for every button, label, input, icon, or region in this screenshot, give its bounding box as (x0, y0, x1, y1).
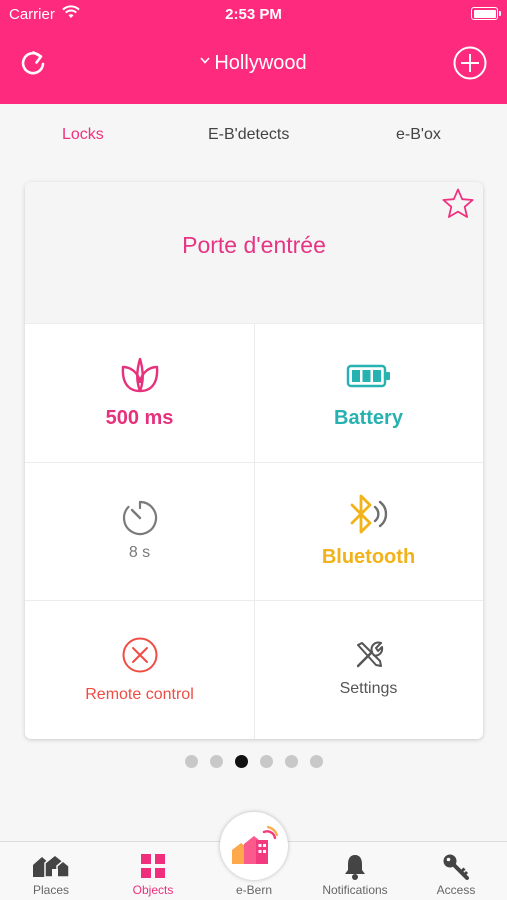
e-bern-logo-icon (232, 825, 278, 864)
nav-places[interactable]: Places (18, 842, 84, 900)
battery-icon (346, 364, 390, 388)
e-bern-button[interactable] (220, 812, 288, 880)
bell-icon (345, 855, 365, 880)
page-dot[interactable] (284, 755, 298, 768)
battery-label: Battery (334, 407, 403, 429)
card-header: Porte d'entrée (25, 182, 483, 323)
timer-value: 8 s (128, 544, 151, 561)
bluetooth-label: Bluetooth (321, 546, 416, 568)
timer-icon (122, 500, 157, 536)
chevron-down-icon (200, 57, 210, 64)
nav-objects-label: Objects (132, 883, 174, 897)
plus-circle-icon[interactable] (453, 46, 487, 80)
nav-objects[interactable]: Objects (120, 842, 186, 900)
remote-control-cell[interactable]: Remote control (25, 600, 254, 739)
nav-access[interactable]: Access (424, 842, 488, 900)
tab-e-box[interactable]: e-B'ox (396, 126, 441, 144)
close-circle-icon (122, 637, 157, 673)
nav-notifications[interactable]: Notifications (312, 842, 398, 900)
category-tabs: Locks E-B'detects e-B'ox (0, 104, 507, 165)
header-bar: Carrier 2:53 PM Hollywood (0, 0, 507, 104)
page-dot[interactable] (184, 755, 198, 768)
lock-title: Porte d'entrée (182, 232, 326, 258)
houses-icon (33, 854, 70, 878)
page-dot[interactable] (309, 755, 323, 768)
status-battery-icon (471, 7, 501, 20)
nav-places-label: Places (32, 883, 70, 897)
bluetooth-cell[interactable]: Bluetooth (254, 462, 483, 601)
tab-locks[interactable]: Locks (62, 126, 104, 144)
place-selector[interactable]: Hollywood (0, 52, 507, 75)
page-indicator (0, 755, 507, 769)
grid-icon (141, 854, 165, 878)
settings-label: Settings (339, 680, 398, 697)
status-bar: Carrier 2:53 PM (0, 0, 507, 30)
tab-e-bdetects[interactable]: E-B'detects (208, 126, 289, 144)
bluetooth-icon (350, 494, 387, 534)
settings-cell[interactable]: Settings (254, 600, 483, 739)
eco-cell[interactable]: 500 ms (25, 323, 254, 462)
page-dot[interactable] (209, 755, 223, 768)
eco-value: 500 ms (105, 407, 174, 429)
nav-notifications-label: Notifications (322, 883, 388, 897)
leaf-icon (121, 357, 158, 393)
star-outline-icon[interactable] (441, 187, 475, 221)
place-name: Hollywood (214, 52, 307, 74)
key-icon (443, 854, 469, 880)
nav-e-bern-label: e-Bern (235, 883, 273, 897)
page-dot-active[interactable] (234, 755, 248, 768)
nav-access-label: Access (436, 883, 476, 897)
tools-icon (356, 641, 383, 668)
remote-control-label: Remote control (85, 686, 194, 703)
status-time: 2:53 PM (225, 6, 282, 23)
lock-card: Porte d'entrée 500 ms Battery 8 s Blueto… (25, 182, 483, 739)
battery-cell[interactable]: Battery (254, 323, 483, 462)
page-dot[interactable] (259, 755, 273, 768)
timer-cell[interactable]: 8 s (25, 462, 254, 601)
